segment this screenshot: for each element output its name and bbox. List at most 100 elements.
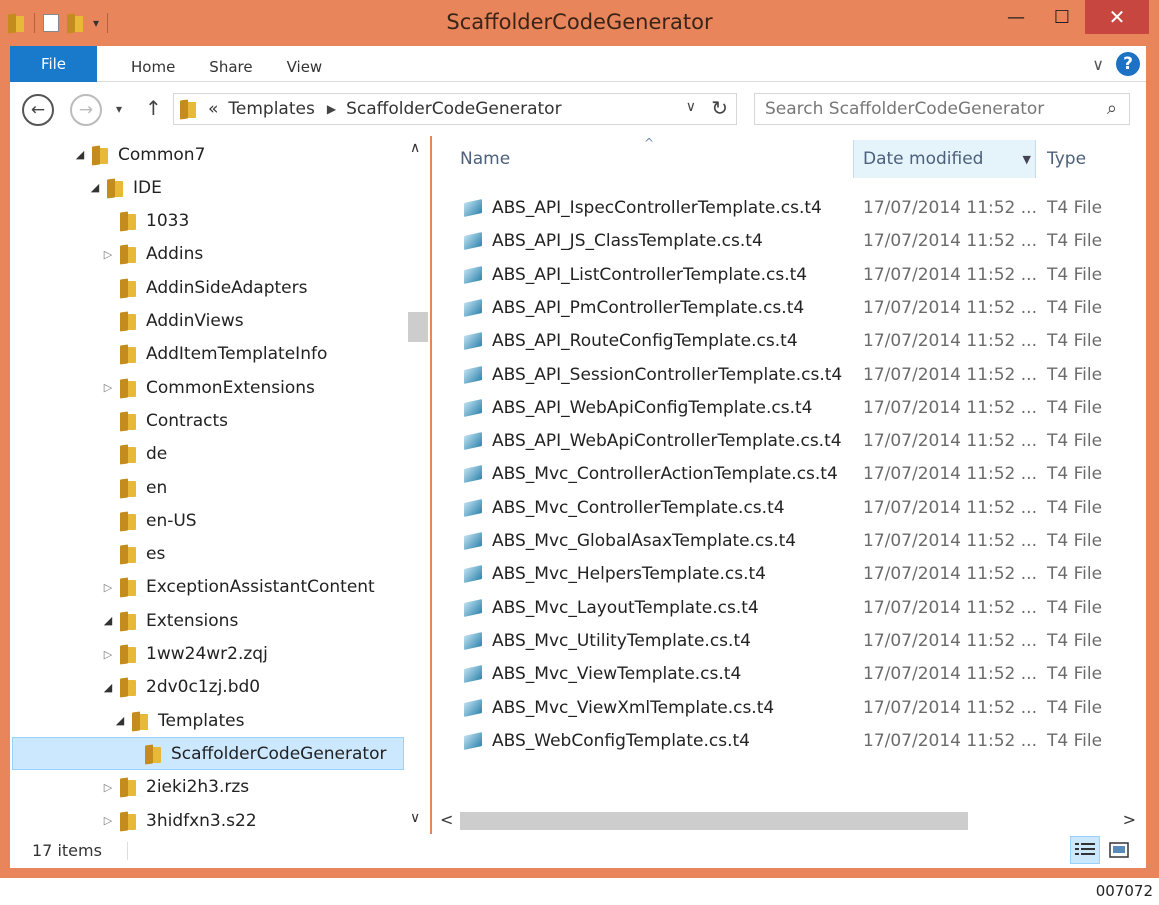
tab-share[interactable]: Share [192,46,269,82]
column-header-type[interactable]: Type [1047,140,1137,178]
tree-item-addinsideadapters[interactable]: AddinSideAdapters [100,271,307,304]
file-row[interactable]: ABS_API_JS_ClassTemplate.cs.t4 17/07/2014… [462,225,1142,258]
explorer-window: ▾ ScaffolderCodeGenerator — ☐ ✕ File Hom… [0,0,1159,878]
file-row[interactable]: ABS_API_IspecControllerTemplate.cs.t4 17/… [462,192,1142,225]
horizontal-scrollbar[interactable]: < > [432,806,1146,834]
address-dropdown-icon[interactable]: ∨ [686,99,696,115]
file-name: ABS_Mvc_UtilityTemplate.cs.t4 [492,630,751,651]
tree-item-commonextensions[interactable]: ▷ CommonExtensions [100,371,315,404]
tab-view[interactable]: View [270,46,340,82]
column-header-name[interactable]: Name [460,140,660,178]
scroll-up-icon[interactable]: ∧ [410,140,420,156]
file-row[interactable]: ABS_API_PmControllerTemplate.cs.t4 17/07/… [462,292,1142,325]
title-bar[interactable]: ▾ ScaffolderCodeGenerator — ☐ ✕ [0,0,1159,46]
minimize-button[interactable]: — [993,0,1039,34]
scroll-down-icon[interactable]: ∨ [410,810,420,826]
tree-scroll-thumb[interactable] [408,312,428,342]
expand-icon[interactable]: ▷ [100,581,116,594]
file-row[interactable]: ABS_Mvc_HelpersTemplate.cs.t4 17/07/2014 … [462,558,1142,591]
tree-item-1ww24wr2-zqj[interactable]: ▷ 1ww24wr2.zqj [100,638,268,671]
file-row[interactable]: ABS_Mvc_GlobalAsaxTemplate.cs.t4 17/07/20… [462,525,1142,558]
file-name: ABS_API_PmControllerTemplate.cs.t4 [492,297,805,318]
large-icons-view-button[interactable] [1104,836,1134,864]
file-row[interactable]: ABS_Mvc_ControllerActionTemplate.cs.t4 17… [462,458,1142,491]
tree-item-en-us[interactable]: en-US [100,504,197,537]
up-button[interactable]: ↑ [145,96,162,120]
tree-item-2dv0c1zj-bd0[interactable]: ◢ 2dv0c1zj.bd0 [100,671,260,704]
expand-icon[interactable]: ▷ [100,248,116,261]
tree-item-addinviews[interactable]: AddinViews [100,305,244,338]
close-button[interactable]: ✕ [1085,0,1149,34]
file-row[interactable]: ABS_API_WebApiConfigTemplate.cs.t4 17/07/… [462,392,1142,425]
tree-item-extensions[interactable]: ◢ Extensions [100,604,239,637]
file-type: T4 File [1047,497,1103,518]
expand-ribbon-icon[interactable]: ∨ [1092,55,1104,74]
tree-item-label: AddinSideAdapters [146,277,308,298]
file-row[interactable]: ABS_Mvc_ViewXmlTemplate.cs.t4 17/07/2014 … [462,692,1142,725]
tab-file[interactable]: File [10,46,97,82]
search-icon[interactable]: ⌕ [1107,98,1117,119]
file-row[interactable]: ABS_API_WebApiControllerTemplate.cs.t4 17… [462,425,1142,458]
forward-button[interactable]: → [70,94,102,126]
column-header-date-modified[interactable]: Date modified ▼ [853,140,1036,178]
breadcrumb-separator-icon[interactable]: ▶ [327,102,336,116]
file-name: ABS_API_SessionControllerTemplate.cs.t4 [492,364,843,385]
tree-item-1033[interactable]: 1033 [100,205,189,238]
tree-item-exceptionassistantcontent[interactable]: ▷ ExceptionAssistantContent [100,571,375,604]
tree-item-de[interactable]: de [100,438,167,471]
tab-home[interactable]: Home [114,46,192,82]
search-input[interactable]: Search ScaffolderCodeGenerator [765,99,1044,119]
file-row[interactable]: ABS_API_SessionControllerTemplate.cs.t4 1… [462,359,1142,392]
expand-icon[interactable]: ▷ [100,648,116,661]
tree-scrollbar[interactable]: ∧ ∨ [406,136,430,834]
refresh-icon[interactable]: ↻ [711,96,728,120]
tree-item-addins[interactable]: ▷ Addins [100,238,204,271]
search-box[interactable]: Search ScaffolderCodeGenerator ⌕ [754,93,1130,125]
file-row[interactable]: ABS_Mvc_ControllerTemplate.cs.t4 17/07/20… [462,492,1142,525]
tree-item-scaffoldercodegenerator[interactable]: ScaffolderCodeGenerator [12,737,404,771]
tree-item-label: CommonExtensions [146,377,315,398]
collapse-icon[interactable]: ◢ [112,714,128,727]
expand-icon[interactable]: ▷ [100,781,116,794]
collapse-icon[interactable]: ◢ [100,614,116,627]
collapse-icon[interactable]: ◢ [87,181,103,194]
tree-item-es[interactable]: es [100,538,165,571]
file-row[interactable]: ABS_Mvc_LayoutTemplate.cs.t4 17/07/2014 1… [462,592,1142,625]
file-row[interactable]: ABS_WebConfigTemplate.cs.t4 17/07/2014 11… [462,725,1142,758]
expand-icon[interactable]: ▷ [100,814,116,827]
help-icon[interactable]: ? [1116,52,1140,76]
file-row[interactable]: ABS_API_ListControllerTemplate.cs.t4 17/0… [462,259,1142,292]
breadcrumb-scaffoldercodegenerator[interactable]: ScaffolderCodeGenerator [346,99,561,119]
maximize-button[interactable]: ☐ [1039,0,1085,34]
column-dropdown-icon[interactable]: ▼ [1023,153,1031,166]
file-date: 17/07/2014 11:52 ... [863,297,1037,318]
tree-item-additemtemplateinfo[interactable]: AddItemTemplateInfo [100,338,327,371]
back-button[interactable]: ← [22,94,54,126]
file-row[interactable]: ABS_API_RouteConfigTemplate.cs.t4 17/07/2… [462,325,1142,358]
tree-item-ide[interactable]: ◢ IDE [87,171,162,204]
tree-item-common7[interactable]: ◢ Common7 [72,138,206,171]
address-bar[interactable]: « Templates ▶ ScaffolderCodeGenerator ∨ … [173,93,737,125]
file-row[interactable]: ABS_Mvc_UtilityTemplate.cs.t4 17/07/2014 … [462,625,1142,658]
tree-item-contracts[interactable]: Contracts [100,404,228,437]
file-date: 17/07/2014 11:52 ... [863,464,1037,485]
file-name-cell: ABS_API_RouteConfigTemplate.cs.t4 [462,331,798,351]
breadcrumb-templates[interactable]: Templates [228,99,314,119]
collapse-icon[interactable]: ◢ [72,148,88,161]
collapse-icon[interactable]: ◢ [100,681,116,694]
details-view-button[interactable] [1070,836,1100,864]
tree-item-en[interactable]: en [100,471,167,504]
tree-item-templates[interactable]: ◢ Templates [112,704,245,737]
scroll-right-icon[interactable]: > [1123,810,1136,829]
expand-icon[interactable]: ▷ [100,381,116,394]
column-type-label: Type [1047,149,1087,169]
file-row[interactable]: ABS_Mvc_ViewTemplate.cs.t4 17/07/2014 11:… [462,658,1142,691]
tree-item-3hidfxn3-s22[interactable]: ▷ 3hidfxn3.s22 [100,804,257,834]
horizontal-scroll-thumb[interactable] [460,812,968,830]
recent-locations-button[interactable]: ▾ [116,102,122,116]
scroll-left-icon[interactable]: < [440,810,453,829]
tree-item-2ieki2h3-rzs[interactable]: ▷ 2ieki2h3.rzs [100,771,249,804]
breadcrumb-overflow[interactable]: « [208,99,218,119]
file-name-cell: ABS_Mvc_GlobalAsaxTemplate.cs.t4 [462,531,796,551]
folder-icon [120,511,138,531]
